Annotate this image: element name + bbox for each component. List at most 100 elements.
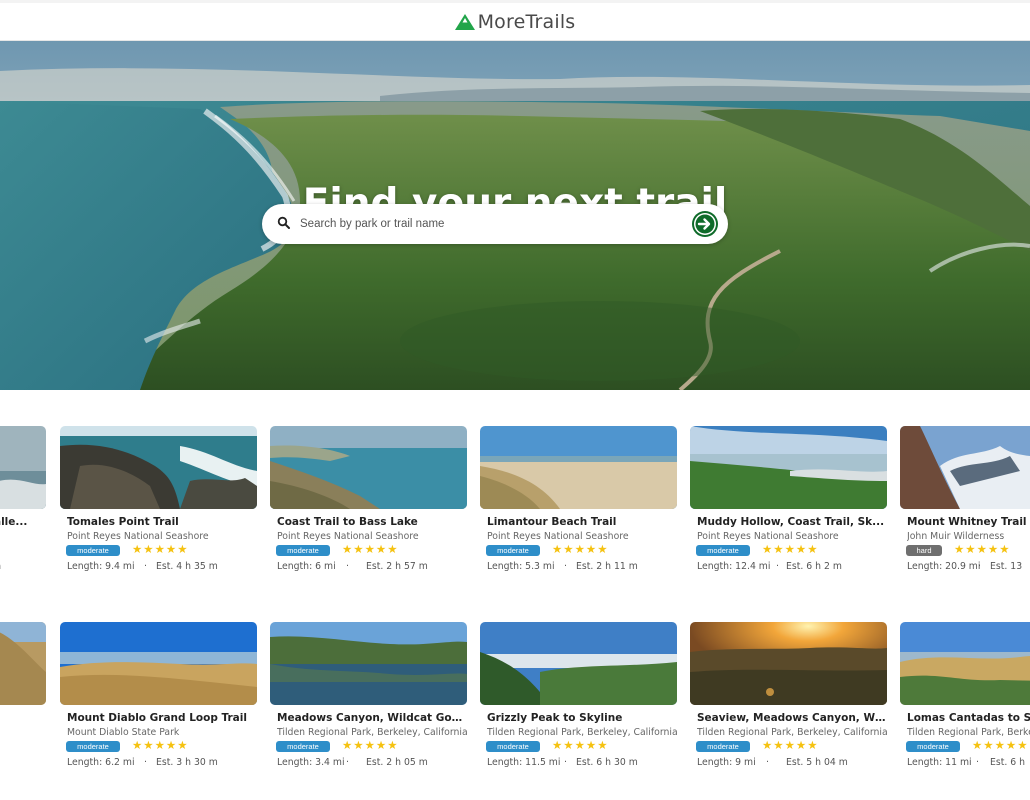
trail-length: Length: 20.9 mi [907, 561, 981, 572]
trail-park: Point Reyes National Seashore [277, 531, 419, 542]
trail-length: Length: 9.4 mi [67, 561, 135, 572]
difficulty-badge: moderate [486, 545, 540, 556]
difficulty-badge: moderate [906, 741, 960, 752]
trail-park: Point Reyes National Seashore [487, 531, 629, 542]
trail-duration: Est. 3 h 30 m [156, 757, 218, 768]
trail-park: Point Reyes National Seashore [67, 531, 209, 542]
difficulty-badge: moderate [696, 741, 750, 752]
trail-name: Muddy Hollow, Coast Trail, Sk... [697, 516, 885, 528]
trail-card[interactable]: Meadows Canyon, Wildcat Gorge... Tilden … [270, 622, 468, 792]
separator-dot: · [346, 757, 349, 768]
trail-name: Grizzly Peak to Skyline [487, 712, 623, 724]
trail-park: John Muir Wilderness [907, 531, 1005, 542]
trail-length: Length: 6 mi [277, 561, 336, 572]
trail-length: Length: 9 mi [697, 757, 756, 768]
search-bar[interactable] [262, 204, 728, 244]
trail-photo [60, 622, 257, 705]
difficulty-badge: moderate [276, 741, 330, 752]
trail-length: Length: 6.2 mi [67, 757, 135, 768]
trail-photo [900, 426, 1030, 509]
trail-duration: Est. 2 h 11 m [576, 561, 638, 572]
search-icon [277, 216, 290, 229]
star-rating: ★★★★★ [762, 738, 819, 752]
separator-dot: · [564, 561, 567, 572]
trail-name: Seaview, Meadows Canyon, Wild... [697, 712, 887, 724]
search-submit-button[interactable] [692, 211, 718, 237]
trail-length: Length: 11.5 mi [487, 757, 561, 768]
trail-card[interactable]: Tomales Point Trail Point Reyes National… [60, 426, 257, 596]
trail-photo [270, 622, 467, 705]
star-rating: ★★★★★ [342, 542, 399, 556]
separator-dot: · [144, 561, 147, 572]
trail-park: Mount Diablo State Park [67, 727, 180, 738]
trail-photo [60, 426, 257, 509]
trail-duration: Est. 2 h 05 m [366, 757, 428, 768]
site-header: MoreTrails [0, 3, 1030, 41]
trail-duration: Est. 5 h 04 m [786, 757, 848, 768]
trail-photo [0, 622, 46, 705]
trail-name: Limantour Beach Trail [487, 516, 617, 528]
mountain-logo-icon [454, 13, 475, 30]
trail-card[interactable]: Coast Trail to Bass Lake Point Reyes Nat… [270, 426, 467, 596]
trail-length: Length: 11 mi [907, 757, 972, 768]
trail-park: Tilden Regional Park, Berkeley, Californ… [697, 727, 888, 738]
trail-photo [900, 622, 1030, 705]
trail-name: Tomales Point Trail [67, 516, 179, 528]
trail-photo [480, 426, 677, 509]
trail-photo [690, 426, 887, 509]
trail-name: Coast Trail to Bass Lake [277, 516, 418, 528]
star-rating: ★★★★★ [762, 542, 819, 556]
trail-park: Point Reyes National Seashore [697, 531, 839, 542]
trail-duration: Est. 6 h [990, 757, 1026, 768]
trail-name: Mount Diablo Grand Loop Trail [67, 712, 247, 724]
trail-photo [0, 426, 46, 509]
difficulty-badge: hard [906, 545, 942, 556]
brand-logo[interactable]: MoreTrails [454, 10, 576, 33]
trail-park: Tilden Regional Park, Berkeley, Californ… [277, 727, 468, 738]
separator-dot: · [346, 561, 349, 572]
trail-park: Tilden Regional Park, Berkeley, Californ… [487, 727, 678, 738]
difficulty-badge: moderate [276, 545, 330, 556]
trail-park: Tilden Regional Park, Berkele [907, 727, 1030, 738]
brand-name: MoreTrails [477, 10, 576, 33]
star-rating: ★★★★★ [552, 738, 609, 752]
separator-dot: · [766, 757, 769, 768]
trail-name: Meadows Canyon, Wildcat Gorge... [277, 712, 467, 724]
trail-name: alle... [0, 516, 28, 528]
trail-length: Length: 3.4 mi [277, 757, 345, 768]
star-rating: ★★★★★ [132, 738, 189, 752]
trail-photo [270, 426, 467, 509]
trail-card[interactable]: Lomas Cantadas to Sky Tilden Regional Pa… [900, 622, 1030, 792]
separator-dot: · [776, 561, 779, 572]
separator-dot: · [976, 757, 979, 768]
trail-photo [690, 622, 887, 705]
trail-duration: Est. 4 h 35 m [156, 561, 218, 572]
trail-length: Length: 12.4 mi [697, 561, 771, 572]
difficulty-badge: moderate [66, 741, 120, 752]
trail-card[interactable]: Mount Whitney Trail John Muir Wilderness… [900, 426, 1030, 596]
star-rating: ★★★★★ [552, 542, 609, 556]
trail-card[interactable]: Limantour Beach Trail Point Reyes Nation… [480, 426, 677, 596]
trail-name: Mount Whitney Trail [907, 516, 1027, 528]
separator-dot: · [144, 757, 147, 768]
trail-card-partial[interactable]: alle... m [0, 426, 46, 596]
difficulty-badge: moderate [696, 545, 750, 556]
trail-duration: Est. 6 h 30 m [576, 757, 638, 768]
trail-length: Length: 5.3 mi [487, 561, 555, 572]
trail-name: Lomas Cantadas to Sky [907, 712, 1030, 724]
trail-card[interactable]: Grizzly Peak to Skyline Tilden Regional … [480, 622, 678, 792]
difficulty-badge: moderate [66, 545, 120, 556]
trail-photo [480, 622, 677, 705]
star-rating: ★★★★★ [954, 542, 1011, 556]
arrow-right-circle-icon [694, 213, 716, 235]
trail-card[interactable]: Seaview, Meadows Canyon, Wild... Tilden … [690, 622, 888, 792]
search-input[interactable] [300, 214, 680, 234]
trail-card[interactable]: Muddy Hollow, Coast Trail, Sk... Point R… [690, 426, 887, 596]
star-rating: ★★★★★ [132, 542, 189, 556]
trail-card-partial[interactable] [0, 622, 46, 792]
separator-dot: · [564, 757, 567, 768]
trail-duration: Est. 13 [990, 561, 1023, 572]
trail-length: m [0, 561, 1, 572]
trail-card[interactable]: Mount Diablo Grand Loop Trail Mount Diab… [60, 622, 257, 792]
star-rating: ★★★★★ [342, 738, 399, 752]
